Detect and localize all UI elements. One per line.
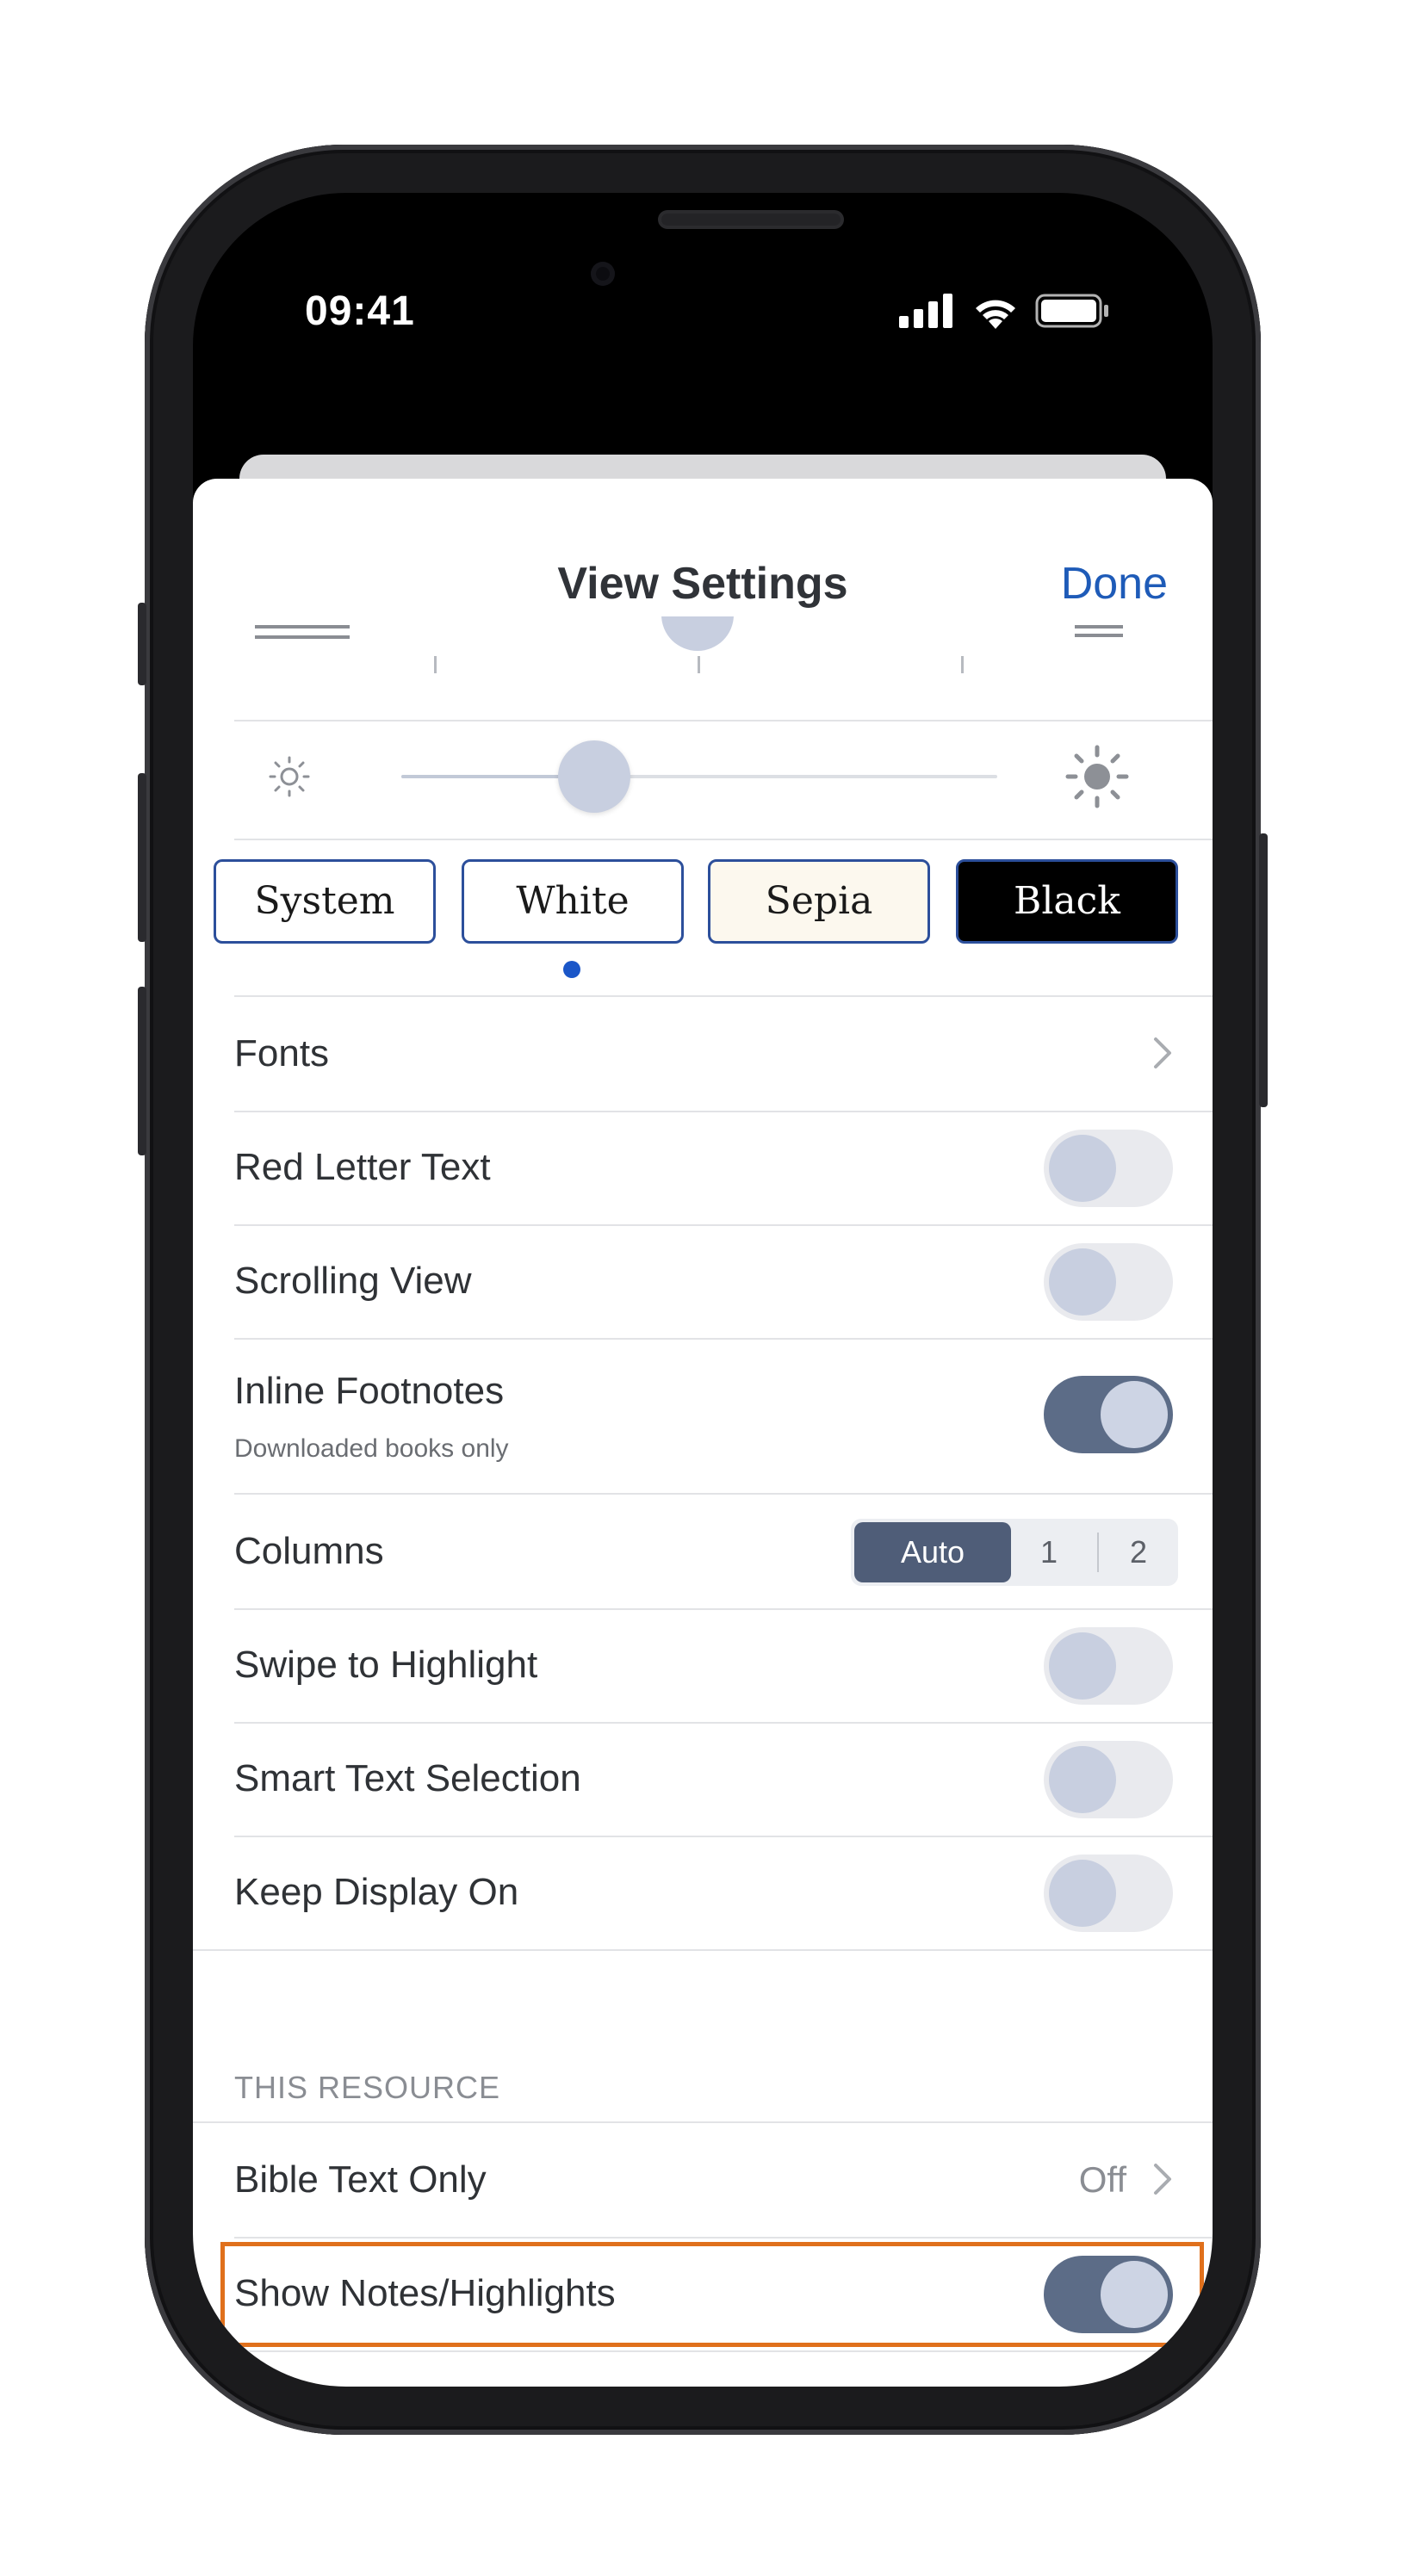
tick-mark — [961, 656, 964, 673]
volume-up-button — [138, 773, 146, 942]
wide-spacing-icon-line — [255, 635, 350, 639]
tick-mark — [434, 656, 437, 673]
columns-row: Columns Auto 1 2 — [234, 1495, 1213, 1610]
status-time: 09:41 — [305, 288, 415, 334]
bible-text-only-label: Bible Text Only — [234, 2158, 487, 2201]
screen: 09:41 View Settings Done System White Se… — [193, 193, 1213, 2387]
narrow-spacing-icon — [1075, 625, 1123, 629]
toggle-knob — [1049, 1632, 1116, 1700]
power-button — [1259, 833, 1268, 1107]
chevron-right-icon — [1154, 1037, 1171, 1068]
fonts-row[interactable]: Fonts — [234, 997, 1213, 1112]
red-letter-text-label: Red Letter Text — [234, 1146, 491, 1188]
chevron-right-icon — [1154, 2164, 1171, 2195]
bible-text-only-row[interactable]: Bible Text Only Off — [234, 2123, 1213, 2239]
slider-thumb[interactable] — [661, 616, 734, 651]
volume-down-button — [138, 987, 146, 1155]
smart-text-selection-label: Smart Text Selection — [234, 1757, 581, 1799]
toggle-knob — [1049, 1135, 1116, 1202]
columns-auto-option[interactable]: Auto — [854, 1522, 1011, 1582]
tick-mark — [698, 656, 700, 673]
status-icons — [899, 293, 1109, 329]
theme-system-button[interactable]: System — [214, 859, 436, 944]
done-button[interactable]: Done — [1061, 558, 1168, 610]
smart-text-selection-toggle[interactable] — [1044, 1741, 1173, 1818]
toggle-knob — [1049, 1248, 1116, 1316]
speaker-grille — [661, 214, 841, 226]
swipe-to-highlight-label: Swipe to Highlight — [234, 1644, 538, 1686]
brightness-slider-track[interactable] — [401, 740, 997, 813]
segment-divider — [1097, 1533, 1099, 1572]
theme-white-button[interactable]: White — [462, 859, 684, 944]
this-resource-header: THIS RESOURCE — [234, 2070, 501, 2105]
divider — [234, 720, 1213, 721]
bible-text-only-value: Off — [1078, 2159, 1126, 2200]
brightness-low-icon — [269, 756, 310, 797]
theme-black-button[interactable]: Black — [956, 859, 1178, 944]
toggle-knob — [1049, 1746, 1116, 1813]
columns-2-option[interactable]: 2 — [1130, 1519, 1147, 1586]
toggle-knob — [1049, 1860, 1116, 1927]
cellular-signal-icon — [899, 294, 952, 328]
brightness-high-icon — [1065, 745, 1129, 808]
divider — [234, 839, 1213, 840]
inline-footnotes-toggle[interactable] — [1044, 1376, 1173, 1453]
camera-icon — [591, 262, 615, 286]
smart-text-selection-row: Smart Text Selection — [234, 1722, 1213, 1837]
keep-display-on-row: Keep Display On — [193, 1836, 1213, 1951]
toggle-knob — [1101, 1381, 1168, 1448]
columns-1-option[interactable]: 1 — [1040, 1519, 1058, 1586]
phone-frame: 09:41 View Settings Done System White Se… — [138, 145, 1268, 2435]
action-button — [138, 603, 146, 685]
keep-display-on-label: Keep Display On — [234, 1871, 519, 1913]
swipe-to-highlight-toggle[interactable] — [1044, 1627, 1173, 1705]
wide-spacing-icon — [255, 625, 350, 629]
scrolling-view-row: Scrolling View — [234, 1224, 1213, 1340]
red-letter-text-toggle[interactable] — [1044, 1130, 1173, 1207]
selected-theme-dot — [563, 961, 580, 978]
inline-footnotes-label: Inline Footnotes — [234, 1370, 505, 1412]
scrolling-view-toggle[interactable] — [1044, 1243, 1173, 1321]
fonts-label: Fonts — [234, 1032, 330, 1074]
red-letter-text-row: Red Letter Text — [234, 1111, 1213, 1226]
brightness-slider-thumb[interactable] — [558, 740, 630, 813]
columns-segmented-control: Auto 1 2 — [851, 1519, 1178, 1586]
swipe-to-highlight-row: Swipe to Highlight — [234, 1608, 1213, 1724]
scrolling-view-label: Scrolling View — [234, 1260, 472, 1302]
inline-footnotes-sublabel: Downloaded books only — [234, 1434, 509, 1463]
inline-footnotes-row: Inline Footnotes Downloaded books only — [234, 1338, 1213, 1495]
highlight-box — [220, 2242, 1204, 2347]
line-spacing-slider[interactable] — [193, 616, 1213, 723]
view-settings-sheet: View Settings Done System White Sepia Bl… — [193, 479, 1213, 2387]
keep-display-on-toggle[interactable] — [1044, 1855, 1173, 1932]
columns-label: Columns — [234, 1530, 384, 1572]
narrow-spacing-icon-line — [1075, 634, 1123, 637]
battery-icon — [1035, 294, 1108, 328]
theme-sepia-button[interactable]: Sepia — [708, 859, 930, 944]
page-title: View Settings — [557, 559, 848, 609]
wifi-icon — [976, 300, 1015, 329]
